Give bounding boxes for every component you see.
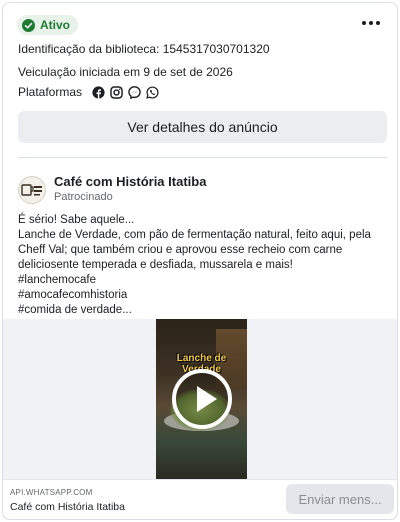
run-start-date: Veiculação iniciada em 9 de set de 2026 bbox=[18, 65, 233, 79]
cafe-logo-icon bbox=[21, 184, 42, 196]
facebook-icon bbox=[92, 85, 105, 99]
messenger-icon bbox=[128, 85, 141, 99]
instagram-icon bbox=[110, 85, 123, 99]
hashtag-link[interactable]: #lanchemocafe bbox=[18, 273, 390, 288]
platforms-label: Plataformas bbox=[18, 85, 83, 99]
page-avatar[interactable] bbox=[18, 176, 46, 204]
whatsapp-icon bbox=[146, 85, 159, 99]
page-name[interactable]: Café com História Itatiba bbox=[54, 174, 206, 189]
status-label: Ativo bbox=[40, 18, 70, 32]
see-ad-details-button[interactable]: Ver detalhes do anúncio bbox=[18, 111, 387, 143]
status-row: Ativo bbox=[17, 15, 78, 35]
hashtag-link[interactable]: #comida de verdade... bbox=[18, 303, 390, 318]
footer-divider bbox=[3, 479, 397, 480]
platforms-row: Plataformas bbox=[18, 85, 159, 99]
ad-video[interactable]: Lanche de Verdade bbox=[156, 319, 247, 479]
ad-text-line: É sério! Sabe aquele... bbox=[18, 214, 135, 226]
ad-card: Ativo Identificação da biblioteca: 15453… bbox=[2, 2, 398, 520]
play-icon[interactable] bbox=[172, 369, 232, 429]
hashtag-link[interactable]: #amocafecomhistoria bbox=[18, 288, 390, 303]
send-message-button[interactable]: Enviar mens... bbox=[286, 484, 394, 514]
divider bbox=[18, 157, 387, 158]
library-id: Identificação da biblioteca: 15453170307… bbox=[18, 42, 270, 56]
ad-body-text: É sério! Sabe aquele... Lanche de Verdad… bbox=[18, 213, 390, 318]
sponsored-label: Patrocinado bbox=[54, 191, 113, 203]
link-title[interactable]: Café com História Itatiba bbox=[10, 501, 125, 513]
check-circle-icon bbox=[22, 18, 35, 32]
link-domain: API.WHATSAPP.COM bbox=[10, 488, 93, 497]
status-badge: Ativo bbox=[17, 15, 78, 35]
media-area: Lanche de Verdade bbox=[3, 319, 397, 479]
more-options-icon[interactable] bbox=[359, 13, 383, 33]
ad-text-line: Lanche de Verdade, com pão de fermentaçã… bbox=[18, 229, 371, 271]
